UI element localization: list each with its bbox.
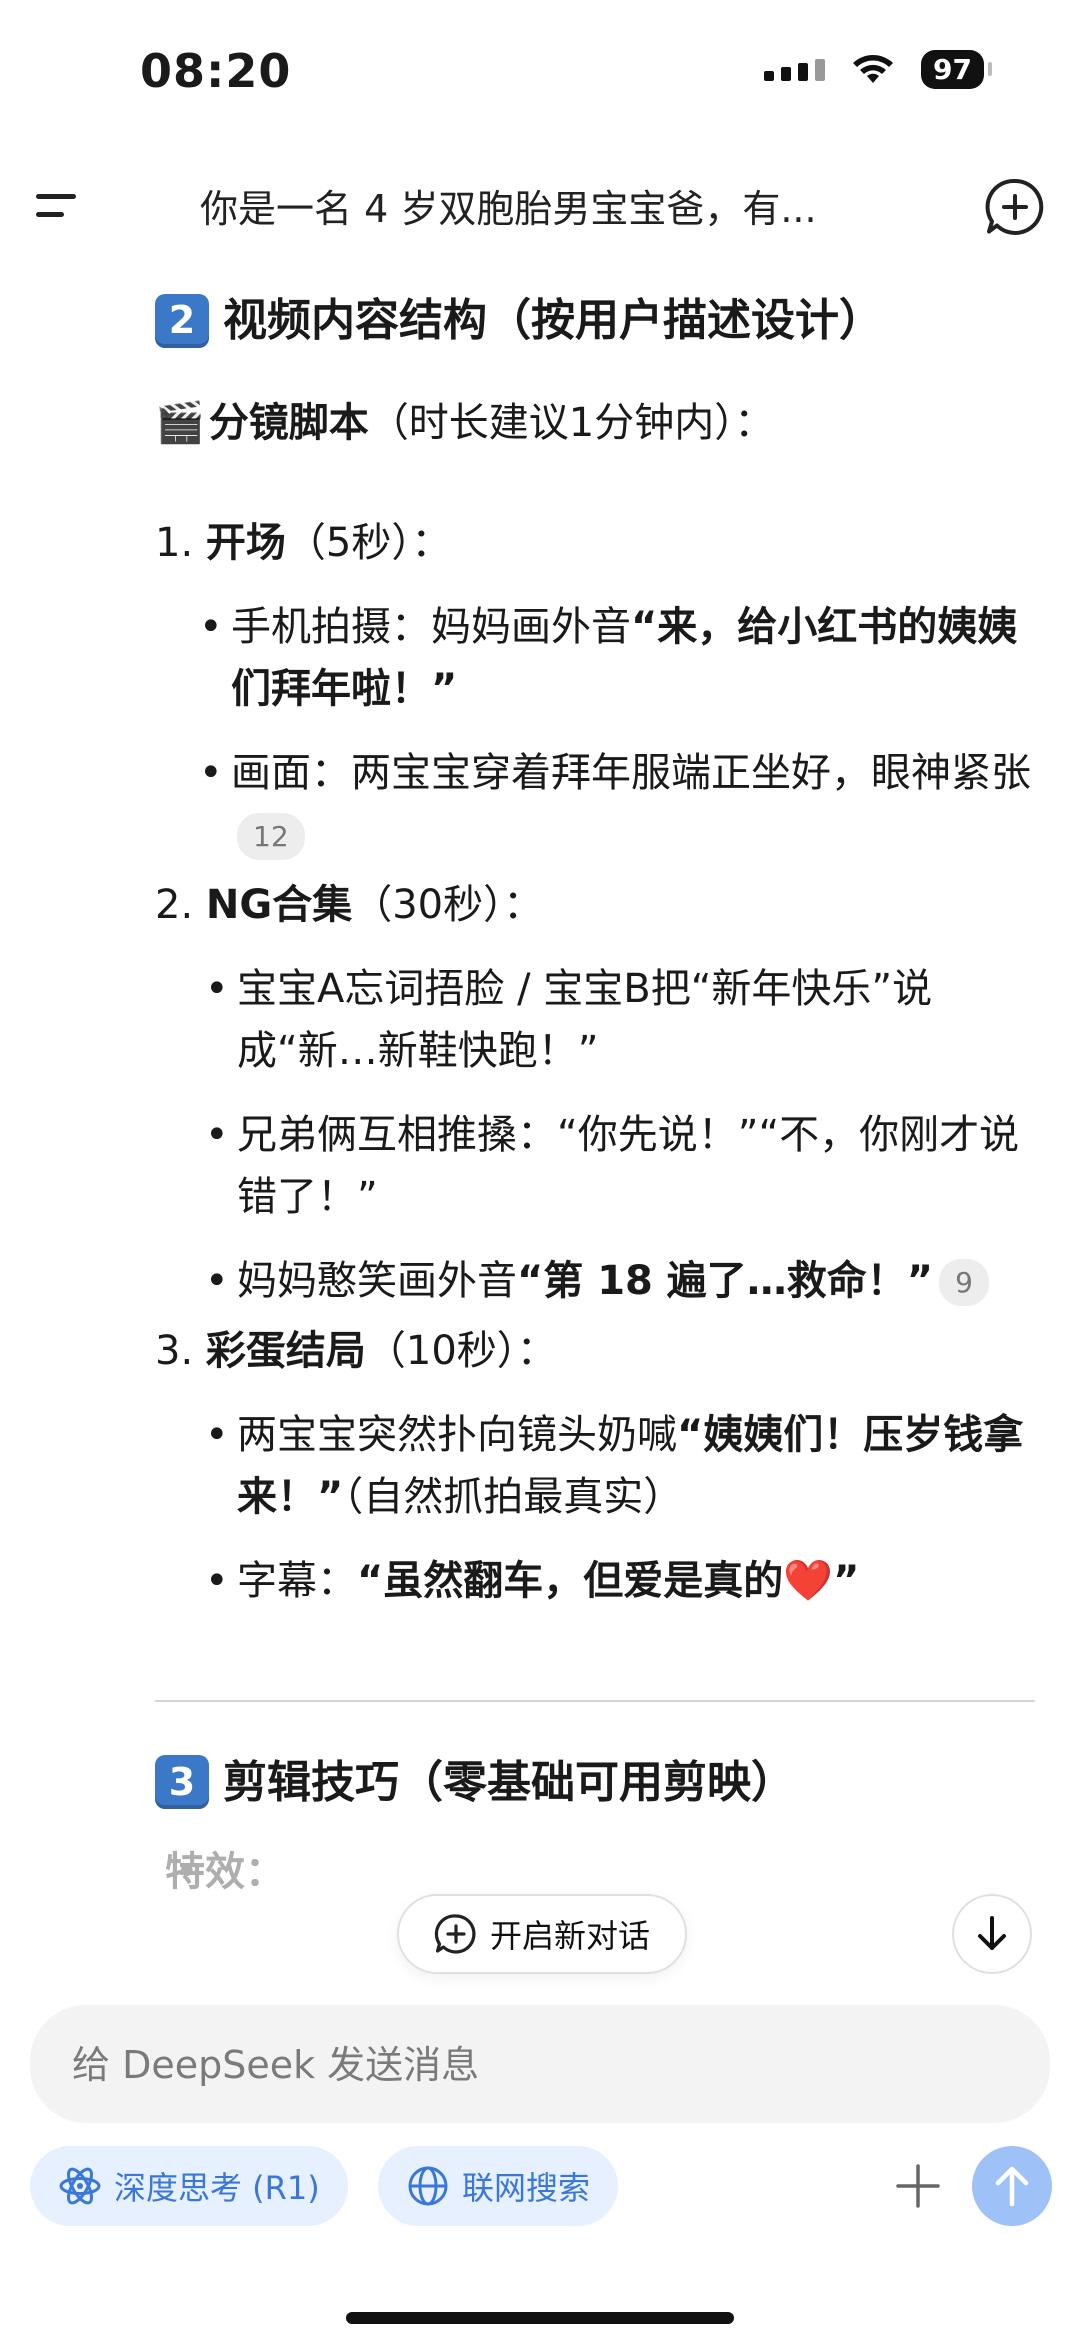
bullet-item: 手机拍摄：妈妈画外音“来，给小红书的姨姨们拜年啦！” bbox=[155, 596, 1035, 720]
arrow-up-icon bbox=[995, 2166, 1029, 2207]
plus-icon bbox=[896, 2164, 940, 2208]
step-duration: （30秒）： bbox=[352, 881, 544, 928]
step-title: 3. 彩蛋结局（10秒）： bbox=[155, 1320, 1035, 1382]
bullet-quote: “虽然翻车，但爱是真的 bbox=[357, 1557, 784, 1604]
bullet-text: 宝宝A忘词捂脸 / 宝宝B把“新年快乐”说成“新…新鞋快跑！” bbox=[237, 965, 933, 1074]
citation-badge[interactable]: 12 bbox=[237, 812, 305, 861]
deep-think-button[interactable]: 深度思考 (R1) bbox=[30, 2146, 348, 2226]
message-input[interactable] bbox=[70, 2005, 1014, 2125]
deep-think-label: 深度思考 (R1) bbox=[114, 2169, 320, 2207]
bullet-text: 两宝宝突然扑向镜头奶喊 bbox=[237, 1411, 677, 1458]
cellular-signal-icon bbox=[764, 58, 826, 81]
bullet-text: 手机拍摄：妈妈画外音 bbox=[231, 603, 631, 650]
storyboard-note: （时长建议1分钟内）： bbox=[368, 399, 775, 446]
home-indicator[interactable] bbox=[346, 2312, 734, 2324]
step-number: 2. bbox=[155, 881, 194, 928]
bullet-item: 宝宝A忘词捂脸 / 宝宝B把“新年快乐”说成“新…新鞋快跑！” bbox=[155, 958, 1035, 1082]
storyboard-steps: 1. 开场（5秒）： 手机拍摄：妈妈画外音“来，给小红书的姨姨们拜年啦！” 画面… bbox=[155, 512, 1035, 1612]
atom-icon bbox=[59, 2167, 101, 2205]
step-title: 1. 开场（5秒）： bbox=[155, 512, 1035, 574]
section-divider bbox=[155, 1699, 1035, 1702]
bullet-note: （自然抓拍最真实） bbox=[343, 1473, 684, 1520]
send-button[interactable] bbox=[972, 2146, 1052, 2226]
add-attachment-button[interactable] bbox=[882, 2150, 954, 2222]
step-name: NG合集 bbox=[205, 881, 353, 928]
heart-icon: ❤️ bbox=[783, 1557, 834, 1604]
section-heading-structure: 2 视频内容结构（按用户描述设计） bbox=[155, 290, 1035, 352]
new-chat-button[interactable]: 开启新对话 bbox=[397, 1894, 687, 1974]
bullet-list: 宝宝A忘词捂脸 / 宝宝B把“新年快乐”说成“新…新鞋快跑！” 兄弟俩互相推搡：… bbox=[155, 958, 1035, 1312]
bullet-quote: “第 18 遍了…救命！” bbox=[517, 1257, 934, 1304]
list-item: 2. NG合集（30秒）： 宝宝A忘词捂脸 / 宝宝B把“新年快乐”说成“新…新… bbox=[155, 874, 1035, 1312]
citation-badge[interactable]: 9 bbox=[939, 1258, 989, 1307]
chat-title: 你是一名 4 岁双胞胎男宝宝爸，有... bbox=[200, 187, 817, 231]
step-title: 2. NG合集（30秒）： bbox=[155, 874, 1035, 936]
step-name: 开场 bbox=[205, 519, 286, 566]
new-chat-icon bbox=[434, 1914, 476, 1954]
web-search-button[interactable]: 联网搜索 bbox=[378, 2146, 619, 2226]
bullet-item: 兄弟俩互相推搡：“你先说！”“不，你刚才说错了！” bbox=[155, 1104, 1035, 1228]
storyboard-label: 分镜脚本 bbox=[208, 399, 369, 446]
scroll-down-button[interactable] bbox=[952, 1894, 1032, 1974]
quote-close: ” bbox=[833, 1557, 860, 1604]
bullet-list: 手机拍摄：妈妈画外音“来，给小红书的姨姨们拜年啦！” 画面：两宝宝穿着拜年服端正… bbox=[155, 596, 1035, 866]
bullet-text: 字幕： bbox=[237, 1557, 357, 1604]
clapperboard-icon: 🎬 bbox=[155, 399, 205, 446]
menu-icon[interactable] bbox=[36, 186, 86, 226]
step-number: 1. bbox=[155, 519, 194, 566]
number-3-badge: 3 bbox=[155, 1755, 209, 1810]
new-chat-label: 开启新对话 bbox=[489, 1917, 650, 1955]
bullet-text: 特效： bbox=[165, 1849, 285, 1896]
web-search-label: 联网搜索 bbox=[462, 2169, 591, 2207]
bullet-list: 两宝宝突然扑向镜头奶喊“姨姨们！压岁钱拿来！”（自然抓拍最真实） 字幕：“虽然翻… bbox=[155, 1404, 1035, 1612]
battery-indicator: 97 bbox=[921, 50, 992, 89]
bullet-text: 兄弟俩互相推搡：“你先说！”“不，你刚才说错了！” bbox=[237, 1111, 1020, 1220]
bullet-item: 画面：两宝宝穿着拜年服端正坐好，眼神紧张 12 bbox=[155, 742, 1035, 866]
status-time: 08:20 bbox=[140, 44, 292, 98]
new-chat-icon[interactable] bbox=[984, 176, 1046, 238]
section-heading-editing: 3 剪辑技巧（零基础可用剪映） bbox=[155, 1752, 1035, 1814]
nav-bar: 你是一名 4 岁双胞胎男宝宝爸，有... bbox=[0, 160, 1080, 250]
list-item: 3. 彩蛋结局（10秒）： 两宝宝突然扑向镜头奶喊“姨姨们！压岁钱拿来！”（自然… bbox=[155, 1320, 1035, 1612]
globe-icon bbox=[408, 2166, 448, 2206]
wifi-icon bbox=[853, 54, 894, 83]
message-composer bbox=[30, 2005, 1050, 2125]
number-2-badge: 2 bbox=[155, 293, 209, 348]
section-title: 视频内容结构（按用户描述设计） bbox=[223, 295, 883, 346]
message-content: 2 视频内容结构（按用户描述设计） 🎬 分镜脚本（时长建议1分钟内）： 1. 开场… bbox=[155, 290, 1035, 1990]
bullet-item: 字幕：“虽然翻车，但爱是真的❤️” bbox=[155, 1550, 1035, 1612]
step-duration: （5秒）： bbox=[285, 519, 452, 566]
list-item: 1. 开场（5秒）： 手机拍摄：妈妈画外音“来，给小红书的姨姨们拜年啦！” 画面… bbox=[155, 512, 1035, 866]
bullet-item: 妈妈憨笑画外音“第 18 遍了…救命！”9 bbox=[155, 1250, 1035, 1312]
step-duration: （10秒）： bbox=[365, 1327, 557, 1374]
status-bar: 08:20 97 bbox=[0, 0, 1080, 150]
bullet-text: 画面：两宝宝穿着拜年服端正坐好，眼神紧张 bbox=[231, 749, 1031, 796]
bullet-text: 妈妈憨笑画外音 bbox=[237, 1257, 517, 1304]
section-title: 剪辑技巧（零基础可用剪映） bbox=[223, 1756, 795, 1808]
step-number: 3. bbox=[155, 1327, 194, 1374]
storyboard-line: 🎬 分镜脚本（时长建议1分钟内）： bbox=[155, 392, 1035, 454]
status-icons: 97 bbox=[764, 50, 992, 89]
arrow-down-icon bbox=[978, 1916, 1006, 1950]
step-name: 彩蛋结局 bbox=[205, 1327, 366, 1374]
bullet-item: 两宝宝突然扑向镜头奶喊“姨姨们！压岁钱拿来！”（自然抓拍最真实） bbox=[155, 1404, 1035, 1528]
